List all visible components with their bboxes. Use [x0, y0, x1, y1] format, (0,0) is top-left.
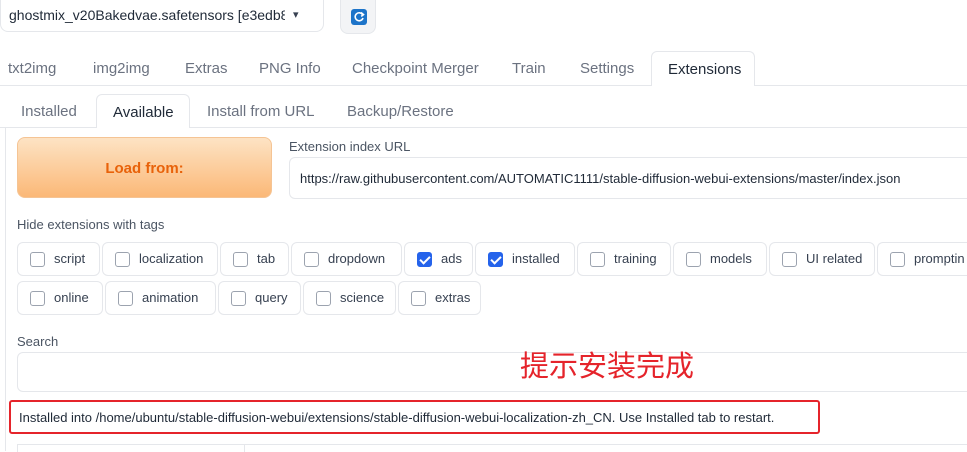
- tag-label: extras: [435, 290, 471, 305]
- search-label: Search: [17, 334, 59, 349]
- tag-label: UI related: [806, 251, 863, 266]
- checkbox-checked[interactable]: [417, 252, 432, 267]
- tag-label: online: [54, 290, 89, 305]
- tab-img2img[interactable]: img2img: [93, 60, 150, 77]
- checkbox[interactable]: [231, 291, 246, 306]
- refresh-button[interactable]: [340, 0, 376, 34]
- tag-checkbox-science[interactable]: science: [303, 281, 396, 315]
- tab-txt2img[interactable]: txt2img: [8, 60, 56, 77]
- tag-checkbox-models[interactable]: models: [673, 242, 767, 276]
- status-message-box: Installed into /home/ubuntu/stable-diffu…: [9, 400, 820, 434]
- tab-checkpoint-merger[interactable]: Checkpoint Merger: [352, 60, 479, 77]
- tag-label: promptin: [914, 251, 965, 266]
- index-url-input[interactable]: https://raw.githubusercontent.com/AUTOMA…: [289, 157, 967, 199]
- tag-label: training: [614, 251, 657, 266]
- checkbox[interactable]: [316, 291, 331, 306]
- tag-checkbox-dropdown[interactable]: dropdown: [291, 242, 402, 276]
- hide-tags-label: Hide extensions with tags: [17, 217, 165, 232]
- tag-checkbox-installed[interactable]: installed: [475, 242, 575, 276]
- subtab-available[interactable]: Available: [96, 94, 190, 128]
- tab-divider: [0, 85, 967, 86]
- subtab-install-from-url[interactable]: Install from URL: [207, 103, 315, 120]
- tab-extensions-label: Extensions: [668, 61, 742, 78]
- tag-label: ads: [441, 251, 462, 266]
- checkbox[interactable]: [304, 252, 319, 267]
- tag-checkbox-tab[interactable]: tab: [220, 242, 289, 276]
- panel-border: [5, 127, 6, 451]
- results-divider: [244, 444, 967, 445]
- tab-settings[interactable]: Settings: [580, 60, 634, 77]
- subtab-available-label: Available: [113, 104, 174, 121]
- subtab-installed[interactable]: Installed: [21, 103, 77, 120]
- refresh-icon: [351, 9, 367, 25]
- checkbox[interactable]: [30, 252, 45, 267]
- checkbox[interactable]: [233, 252, 248, 267]
- index-url-value: https://raw.githubusercontent.com/AUTOMA…: [300, 171, 901, 186]
- tag-label: science: [340, 290, 385, 305]
- tag-checkbox-localization[interactable]: localization: [102, 242, 218, 276]
- tag-checkbox-extras[interactable]: extras: [398, 281, 481, 315]
- tab-extras[interactable]: Extras: [185, 60, 228, 77]
- tag-label: installed: [512, 251, 560, 266]
- load-from-button[interactable]: Load from:: [17, 137, 272, 198]
- subtab-backup-restore[interactable]: Backup/Restore: [347, 103, 454, 120]
- tab-train[interactable]: Train: [512, 60, 546, 77]
- annotation-text: 提示安装完成: [520, 349, 695, 383]
- tag-checkbox-animation[interactable]: animation: [105, 281, 216, 315]
- tag-label: tab: [257, 251, 276, 266]
- chevron-down-icon: ▾: [293, 9, 299, 21]
- tag-label: animation: [142, 290, 199, 305]
- tag-checkbox-ui-related[interactable]: UI related: [769, 242, 875, 276]
- search-input[interactable]: [17, 352, 967, 392]
- checkbox[interactable]: [411, 291, 426, 306]
- tab-png-info[interactable]: PNG Info: [259, 60, 321, 77]
- checkbox[interactable]: [782, 252, 797, 267]
- checkbox[interactable]: [686, 252, 701, 267]
- tag-label: models: [710, 251, 752, 266]
- status-message: Installed into /home/ubuntu/stable-diffu…: [19, 410, 775, 425]
- tag-label: script: [54, 251, 86, 266]
- tag-label: query: [255, 290, 288, 305]
- checkbox[interactable]: [118, 291, 133, 306]
- load-from-label: Load from:: [105, 160, 184, 177]
- checkbox[interactable]: [890, 252, 905, 267]
- tag-checkbox-prompting[interactable]: promptin: [877, 242, 967, 276]
- checkbox-checked[interactable]: [488, 252, 503, 267]
- tab-extensions[interactable]: Extensions: [651, 51, 755, 86]
- index-url-label: Extension index URL: [289, 139, 411, 154]
- tag-label: localization: [139, 251, 204, 266]
- tag-checkbox-ads[interactable]: ads: [404, 242, 473, 276]
- tag-label: dropdown: [328, 251, 386, 266]
- checkbox[interactable]: [115, 252, 130, 267]
- tag-checkbox-script[interactable]: script: [17, 242, 100, 276]
- checkbox[interactable]: [590, 252, 605, 267]
- checkbox[interactable]: [30, 291, 45, 306]
- model-select-value: ghostmix_v20Bakedvae.safetensors [e3edb8…: [9, 7, 285, 23]
- tag-checkbox-online[interactable]: online: [17, 281, 103, 315]
- tag-checkbox-training[interactable]: training: [577, 242, 671, 276]
- tag-checkbox-query[interactable]: query: [218, 281, 301, 315]
- model-select[interactable]: ghostmix_v20Bakedvae.safetensors [e3edb8…: [0, 0, 324, 32]
